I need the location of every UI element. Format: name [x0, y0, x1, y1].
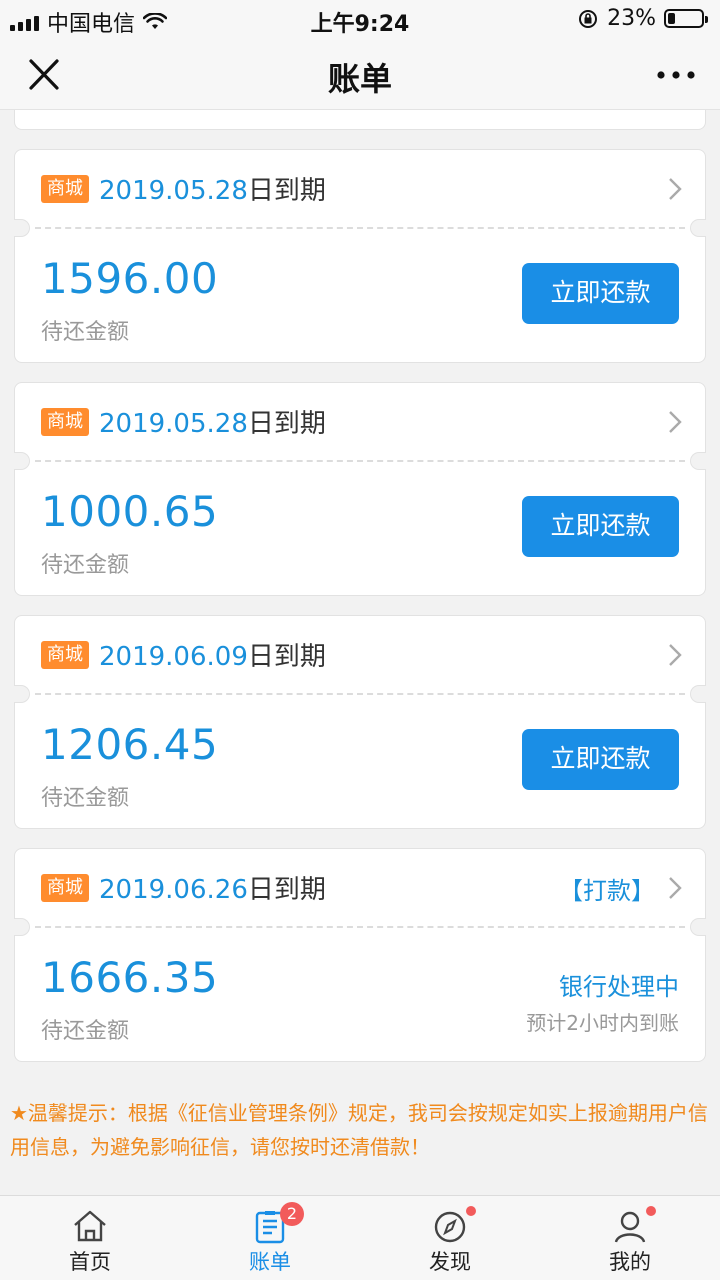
bill-card-header[interactable]: 商城 2019.05.28日到期	[15, 150, 705, 226]
bill-card: 商城 2019.05.28日到期 1000.65 待还金额 立即还款	[14, 382, 706, 596]
mall-tag: 商城	[41, 175, 89, 203]
battery-icon	[664, 9, 708, 28]
bank-processing-status: 银行处理中	[559, 973, 679, 1001]
chevron-right-icon[interactable]	[667, 409, 683, 435]
tab-label: 我的	[609, 1250, 651, 1274]
due-amount: 1596.00	[41, 254, 219, 303]
notification-dot	[644, 1204, 658, 1218]
tab-discover[interactable]: 发现	[360, 1196, 540, 1280]
bill-card-header[interactable]: 商城 2019.06.09日到期	[15, 616, 705, 692]
divider	[35, 926, 685, 928]
amount-label: 待还金额	[41, 786, 130, 811]
orientation-lock-icon	[579, 9, 598, 28]
divider	[35, 227, 685, 229]
due-amount: 1206.45	[41, 720, 219, 769]
nav-bar: 账单	[0, 40, 720, 110]
battery-percent: 23%	[607, 6, 656, 31]
mall-tag: 商城	[41, 641, 89, 669]
credit-notice: ★温馨提示：根据《征信业管理条例》规定，我司会按规定如实上报逾期用户信用信息，为…	[10, 1101, 708, 1159]
due-amount: 1666.35	[41, 953, 219, 1002]
mall-tag: 商城	[41, 408, 89, 436]
repay-now-button[interactable]: 立即还款	[522, 729, 679, 790]
previous-bill-card	[14, 110, 706, 130]
payment-link[interactable]: 【打款】	[559, 871, 655, 906]
tab-label: 账单	[249, 1250, 291, 1274]
tab-bar: 首页 2 账单 发现 我的	[0, 1195, 720, 1280]
tab-mine[interactable]: 我的	[540, 1196, 720, 1280]
chevron-right-icon[interactable]	[667, 875, 683, 901]
bill-card: 商城 2019.06.09日到期 1206.45 待还金额 立即还款	[14, 615, 706, 829]
chevron-right-icon[interactable]	[667, 176, 683, 202]
due-date: 2019.05.28日到期	[99, 176, 326, 206]
amount-label: 待还金额	[41, 1019, 130, 1044]
divider	[35, 460, 685, 462]
mall-tag: 商城	[41, 874, 89, 902]
notification-badge: 2	[280, 1202, 304, 1226]
tab-label: 发现	[429, 1250, 471, 1274]
tab-label: 首页	[69, 1250, 111, 1274]
amount-label: 待还金额	[41, 553, 130, 578]
amount-label: 待还金额	[41, 320, 130, 345]
arrival-estimate: 预计2小时内到账	[526, 1011, 679, 1035]
repay-now-button[interactable]: 立即还款	[522, 263, 679, 324]
home-icon	[74, 1210, 106, 1242]
due-date: 2019.05.28日到期	[99, 409, 326, 439]
page-title: 账单	[327, 60, 392, 98]
status-bar: 中国电信 上午9:24 23%	[0, 0, 720, 40]
bill-card: 商城 2019.06.26日到期 【打款】 1666.35 待还金额 银行处理中…	[14, 848, 706, 1062]
bill-card-header[interactable]: 商城 2019.05.28日到期	[15, 383, 705, 459]
repay-now-button[interactable]: 立即还款	[522, 496, 679, 557]
divider	[35, 693, 685, 695]
due-date: 2019.06.09日到期	[99, 642, 326, 672]
tab-bill[interactable]: 2 账单	[180, 1196, 360, 1280]
more-icon[interactable]	[656, 70, 696, 80]
bill-card: 商城 2019.05.28日到期 1596.00 待还金额 立即还款	[14, 149, 706, 363]
bill-card-header[interactable]: 商城 2019.06.26日到期 【打款】	[15, 849, 705, 925]
due-amount: 1000.65	[41, 487, 219, 536]
due-date: 2019.06.26日到期	[99, 875, 326, 905]
tab-home[interactable]: 首页	[0, 1196, 180, 1280]
chevron-right-icon[interactable]	[667, 642, 683, 668]
notification-dot	[464, 1204, 478, 1218]
